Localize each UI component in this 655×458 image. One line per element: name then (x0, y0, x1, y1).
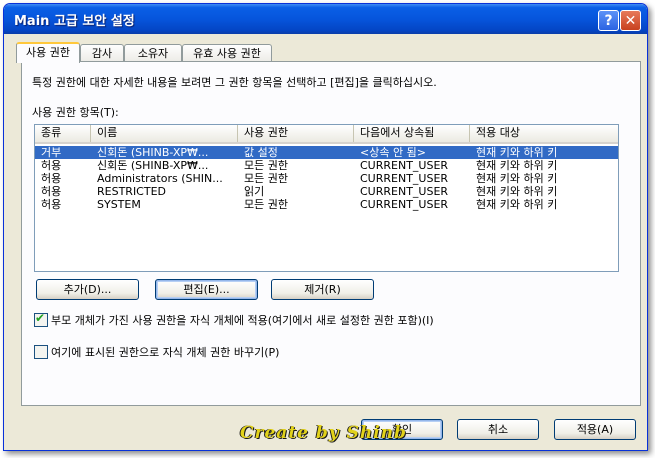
close-button[interactable]: ✕ (620, 10, 641, 31)
inherit-checkbox-label: 부모 개체가 가진 사용 권한을 자식 개체에 적용(여기에서 새로 설정한 권… (51, 314, 434, 327)
cell-apply-to: 현재 키와 하위 키 (476, 159, 558, 172)
cell-type: 허용 (41, 172, 62, 185)
cell-inherited-from: <상속 안 됨> (360, 146, 426, 159)
table-row[interactable]: 허용 RESTRICTED 읽기 CURRENT_USER 현재 키와 하위 키 (35, 185, 618, 198)
replace-checkbox[interactable] (34, 345, 48, 359)
remove-button[interactable]: 제거(R) (271, 279, 374, 300)
cell-apply-to: 현재 키와 하위 키 (476, 185, 558, 198)
replace-permissions-option[interactable]: 여기에 표시된 권한으로 자식 개체 권한 바꾸기(P) (34, 344, 279, 360)
tab-auditing[interactable]: 감사 (80, 44, 124, 62)
column-header-type[interactable]: 종류 (35, 125, 91, 142)
cell-type: 허용 (41, 198, 62, 211)
cell-permission: 모든 권한 (244, 172, 288, 185)
apply-button[interactable]: 적용(A) (554, 419, 636, 440)
checkmark-icon: ✔ (35, 311, 46, 325)
cell-permission: 읽기 (244, 185, 265, 198)
cell-permission: 모든 권한 (244, 159, 288, 172)
window-title: Main 고급 보안 설정 (14, 14, 135, 29)
cell-name: 신회돈 (SHINB-XP₩... (97, 146, 209, 159)
column-header-name[interactable]: 이름 (91, 125, 238, 142)
cell-inherited-from: CURRENT_USER (360, 172, 449, 185)
cell-name: SYSTEM (97, 198, 141, 211)
tab-permissions[interactable]: 사용 권한 (16, 42, 80, 63)
cancel-button[interactable]: 취소 (457, 419, 539, 440)
permission-entries-label: 사용 권한 항목(T): (32, 106, 119, 119)
cell-name: 신회돈 (SHINB-XP₩... (97, 159, 209, 172)
title-bar[interactable]: Main 고급 보안 설정 ? ✕ (4, 4, 647, 34)
cell-name: Administrators (SHIN... (97, 172, 223, 185)
cell-apply-to: 현재 키와 하위 키 (476, 172, 558, 185)
cell-inherited-from: CURRENT_USER (360, 159, 449, 172)
cell-apply-to: 현재 키와 하위 키 (476, 146, 558, 159)
replace-checkbox-label: 여기에 표시된 권한으로 자식 개체 권한 바꾸기(P) (51, 346, 280, 359)
column-header-inherited-from[interactable]: 다음에서 상속됨 (354, 125, 470, 142)
cell-permission: 값 설정 (244, 146, 278, 159)
column-header-apply-to[interactable]: 적용 대상 (470, 125, 618, 142)
advanced-security-dialog: Main 고급 보안 설정 ? ✕ 사용 권한 감사 소유자 유효 사용 권한 … (3, 3, 648, 451)
tab-effective-permissions[interactable]: 유효 사용 권한 (182, 44, 272, 62)
cell-inherited-from: CURRENT_USER (360, 185, 449, 198)
table-row[interactable]: 허용 SYSTEM 모든 권한 CURRENT_USER 현재 키와 하위 키 (35, 198, 618, 211)
tab-owner[interactable]: 소유자 (124, 44, 182, 62)
watermark-text: Create by Shinb (240, 423, 407, 443)
description-text: 특정 권한에 대한 자세한 내용을 보려면 그 권한 항목을 선택하고 [편집]… (32, 76, 437, 89)
table-row[interactable]: 허용 Administrators (SHIN... 모든 권한 CURRENT… (35, 172, 618, 185)
cell-type: 허용 (41, 185, 62, 198)
inherit-permissions-option[interactable]: ✔ 부모 개체가 가진 사용 권한을 자식 개체에 적용(여기에서 새로 설정한 … (34, 311, 434, 328)
help-button[interactable]: ? (598, 10, 619, 31)
edit-button[interactable]: 편집(E)... (155, 279, 258, 300)
column-header-permission[interactable]: 사용 권한 (238, 125, 354, 142)
permissions-panel: 특정 권한에 대한 자세한 내용을 보려면 그 권한 항목을 선택하고 [편집]… (21, 61, 641, 406)
cell-permission: 모든 권한 (244, 198, 288, 211)
add-button[interactable]: 추가(D)... (36, 279, 139, 300)
list-header: 종류 이름 사용 권한 다음에서 상속됨 적용 대상 (35, 125, 618, 144)
inherit-checkbox[interactable]: ✔ (34, 311, 48, 327)
table-row[interactable]: 거부 신회돈 (SHINB-XP₩... 값 설정 <상속 안 됨> 현재 키와… (35, 146, 618, 159)
table-row[interactable]: 허용 신회돈 (SHINB-XP₩... 모든 권한 CURRENT_USER … (35, 159, 618, 172)
cell-inherited-from: CURRENT_USER (360, 198, 449, 211)
cell-apply-to: 현재 키와 하위 키 (476, 198, 558, 211)
cell-type: 거부 (41, 146, 62, 159)
permission-entries-list[interactable]: 종류 이름 사용 권한 다음에서 상속됨 적용 대상 거부 신회돈 (SHINB… (34, 124, 619, 272)
cell-type: 허용 (41, 159, 62, 172)
cell-name: RESTRICTED (97, 185, 167, 198)
